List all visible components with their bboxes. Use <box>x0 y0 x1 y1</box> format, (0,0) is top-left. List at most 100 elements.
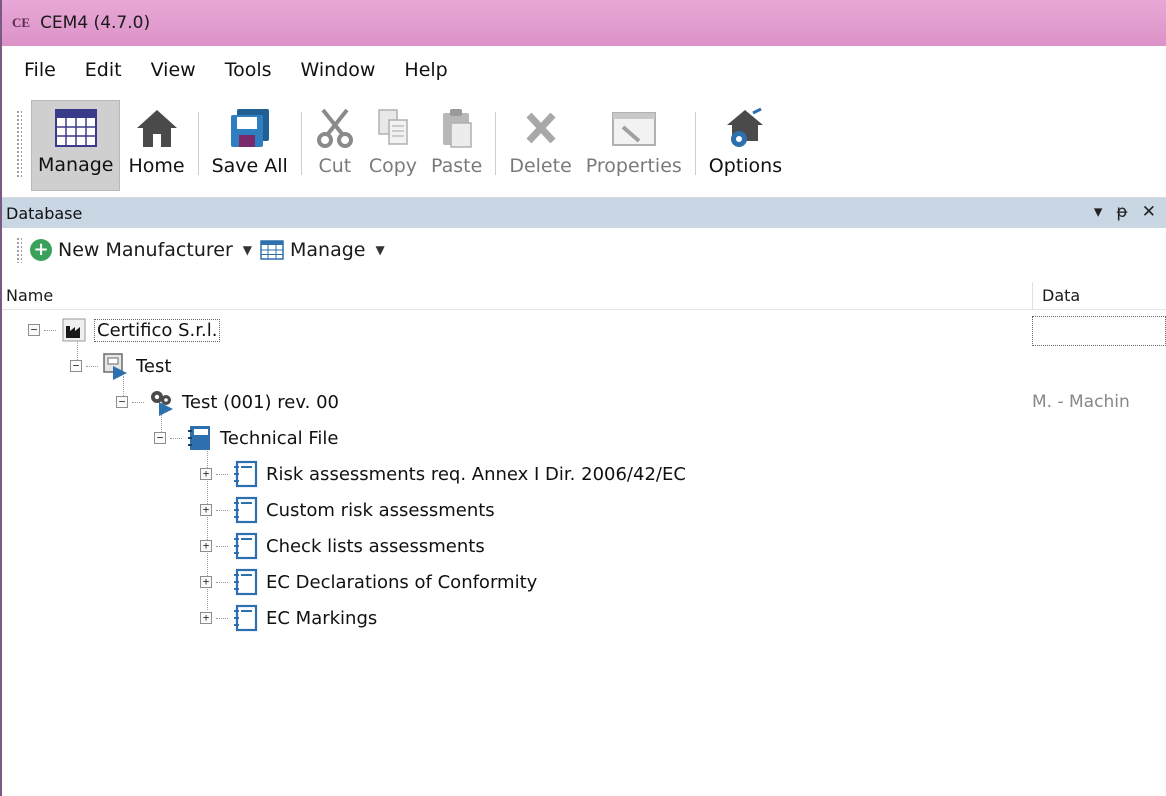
column-header-data[interactable]: Data <box>1042 286 1080 305</box>
expand-toggle[interactable]: + <box>200 576 212 588</box>
tree-data-cell-focus[interactable] <box>1032 316 1166 346</box>
manage-menu-label: Manage <box>290 239 366 261</box>
clipboard-paste-icon <box>437 104 477 151</box>
paste-button[interactable]: Paste <box>425 100 488 191</box>
panel-toolbar-grip[interactable] <box>16 237 22 263</box>
database-tree: − Certifico S.r.l. − Test − Test (001) r… <box>2 310 1166 796</box>
options-label: Options <box>708 155 783 177</box>
column-header-name[interactable]: Name <box>6 286 53 305</box>
manage-label: Manage <box>38 154 114 176</box>
home-label: Home <box>128 155 185 177</box>
product-icon <box>102 352 130 380</box>
home-button[interactable]: Home <box>122 100 190 191</box>
options-button[interactable]: Options <box>703 100 788 191</box>
tree-node-label: EC Markings <box>266 607 378 629</box>
expand-toggle[interactable]: + <box>200 504 212 516</box>
menu-file[interactable]: File <box>24 59 56 81</box>
panel-title: Database <box>6 203 83 223</box>
manage-button[interactable]: Manage <box>31 100 121 191</box>
panel-pin-icon[interactable]: ᵽ <box>1116 202 1127 222</box>
menu-window[interactable]: Window <box>301 59 376 81</box>
copy-icon <box>373 104 413 151</box>
delete-x-icon <box>521 104 561 151</box>
cut-label: Cut <box>318 155 352 177</box>
app-window: CE CEM4 (4.7.0) File Edit View Tools Win… <box>0 0 1166 796</box>
menu-bar: File Edit View Tools Window Help <box>2 46 1166 94</box>
collapse-toggle[interactable]: − <box>154 432 166 444</box>
toolbar-separator <box>197 112 199 175</box>
toolbar-separator <box>495 112 497 175</box>
binder-icon <box>186 424 214 452</box>
tree-node-label: Risk assessments req. Annex I Dir. 2006/… <box>266 463 686 485</box>
tree-connector <box>216 509 228 511</box>
menu-tools[interactable]: Tools <box>225 59 272 81</box>
menu-edit[interactable]: Edit <box>85 59 122 81</box>
save-all-label: Save All <box>211 155 288 177</box>
tree-node-product[interactable]: − Test <box>70 348 171 384</box>
chevron-down-icon[interactable]: ▼ <box>376 243 385 257</box>
tree-connector <box>216 581 228 583</box>
factory-icon <box>60 316 88 344</box>
manage-menu-button[interactable]: Manage ▼ <box>260 239 385 261</box>
window-title: CEM4 (4.7.0) <box>40 13 151 33</box>
notebook-icon <box>232 532 260 560</box>
collapse-toggle[interactable]: − <box>28 324 40 336</box>
tree-node-folder[interactable]: + EC Declarations of Conformity <box>200 564 537 600</box>
expand-toggle[interactable]: + <box>200 612 212 624</box>
chevron-down-icon[interactable]: ▼ <box>243 243 252 257</box>
tree-connector <box>170 437 182 439</box>
copy-label: Copy <box>368 155 418 177</box>
tree-connector <box>86 365 98 367</box>
save-all-button[interactable]: Save All <box>206 100 294 191</box>
properties-icon <box>609 104 659 151</box>
collapse-toggle[interactable]: − <box>70 360 82 372</box>
tree-connector <box>216 617 228 619</box>
gears-icon <box>148 388 176 416</box>
panel-dropdown-icon[interactable]: ▾ <box>1094 202 1103 222</box>
tree-node-label: EC Declarations of Conformity <box>266 571 538 593</box>
tree-node-manufacturer[interactable]: − Certifico S.r.l. <box>28 312 221 348</box>
tree-column-headers: Name Data <box>2 282 1166 310</box>
app-logo-icon: CE <box>12 15 31 30</box>
database-panel-header: Database ▾ ᵽ ✕ <box>2 198 1166 228</box>
menu-view[interactable]: View <box>151 59 196 81</box>
properties-button[interactable]: Properties <box>580 100 688 191</box>
cut-button[interactable]: Cut <box>309 100 361 191</box>
toolbar-grip[interactable] <box>16 110 22 177</box>
tree-node-label: Certifico S.r.l. <box>94 318 221 342</box>
tree-node-label: Check lists assessments <box>266 535 485 557</box>
toolbar-separator <box>694 112 696 175</box>
expand-toggle[interactable]: + <box>200 540 212 552</box>
properties-label: Properties <box>585 155 682 177</box>
main-toolbar: Manage Home Save All Cut Copy Paste Dele… <box>2 94 1166 198</box>
copy-button[interactable]: Copy <box>363 100 423 191</box>
menu-help[interactable]: Help <box>404 59 447 81</box>
tree-connector <box>216 545 228 547</box>
column-divider[interactable] <box>1032 282 1033 310</box>
notebook-icon <box>232 604 260 632</box>
new-manufacturer-button[interactable]: + New Manufacturer ▼ <box>30 239 252 261</box>
tree-node-folder[interactable]: + EC Markings <box>200 600 377 636</box>
notebook-icon <box>232 496 260 524</box>
tree-node-folder[interactable]: + Check lists assessments <box>200 528 485 564</box>
notebook-icon <box>232 568 260 596</box>
tree-connector <box>216 473 228 475</box>
tree-node-machine[interactable]: − Test (001) rev. 00 <box>116 384 339 420</box>
panel-close-icon[interactable]: ✕ <box>1142 202 1156 222</box>
scissors-icon <box>315 104 355 151</box>
collapse-toggle[interactable]: − <box>116 396 128 408</box>
panel-controls: ▾ ᵽ ✕ <box>1094 202 1156 222</box>
tree-node-folder[interactable]: + Risk assessments req. Annex I Dir. 200… <box>200 456 686 492</box>
table-icon <box>260 240 284 260</box>
tree-node-label: Test (001) rev. 00 <box>182 391 339 413</box>
title-bar[interactable]: CE CEM4 (4.7.0) <box>2 0 1166 46</box>
options-home-gear-icon <box>723 104 767 151</box>
delete-button[interactable]: Delete <box>503 100 577 191</box>
tree-node-technical-file[interactable]: − Technical File <box>154 420 339 456</box>
tree-connector <box>132 401 144 403</box>
tree-node-label: Technical File <box>220 427 339 449</box>
tree-connector <box>44 329 56 331</box>
expand-toggle[interactable]: + <box>200 468 212 480</box>
tree-node-folder[interactable]: + Custom risk assessments <box>200 492 495 528</box>
add-circle-icon: + <box>30 239 52 261</box>
